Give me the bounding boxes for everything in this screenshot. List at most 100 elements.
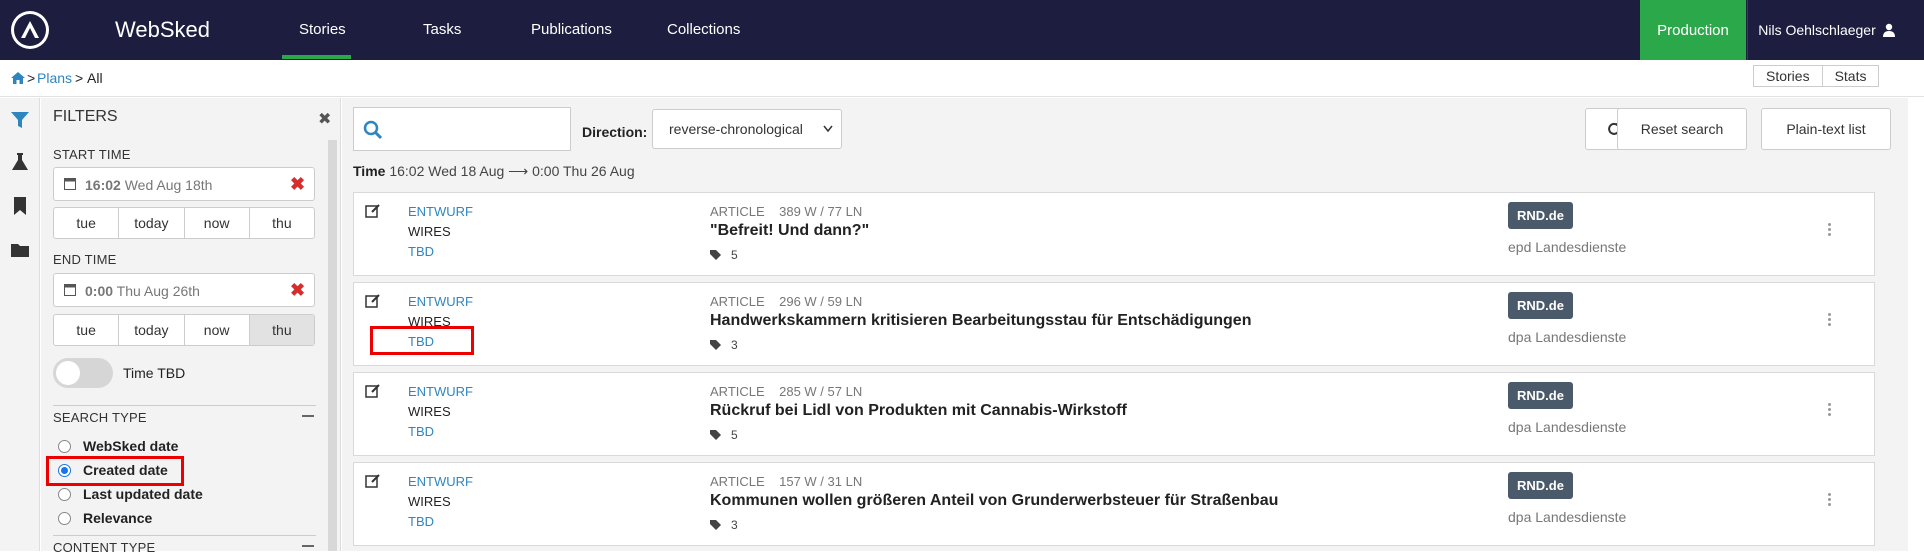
tags-icon <box>710 519 721 530</box>
folder-icon[interactable] <box>10 240 30 260</box>
direction-value: reverse-chronological <box>669 121 803 137</box>
radio-button[interactable] <box>58 511 71 525</box>
story-row[interactable]: ENTWURF WIRES TBD ARTICLE 389 W / 77 LN … <box>353 192 1875 276</box>
plain-text-list-button[interactable]: Plain-text list <box>1761 108 1891 150</box>
story-row[interactable]: ENTWURF WIRES TBD ARTICLE 157 W / 31 LN … <box>353 462 1875 546</box>
story-status[interactable]: ENTWURF <box>408 384 473 399</box>
end-time-input[interactable]: 0:00 Thu Aug 26th ✖ <box>53 273 315 307</box>
nav-tasks[interactable]: Tasks <box>423 21 461 38</box>
user-name: Nils Oehlschlaeger <box>1758 22 1876 38</box>
story-type-label: ARTICLE <box>710 474 765 489</box>
radio-label: WebSked date <box>83 438 179 454</box>
tags-icon <box>710 249 721 260</box>
app-title[interactable]: WebSked <box>115 17 210 43</box>
story-desk: WIRES <box>408 494 451 509</box>
more-menu-icon[interactable] <box>1828 223 1832 238</box>
story-type-label: ARTICLE <box>710 384 765 399</box>
section-divider <box>53 405 316 406</box>
radio-button[interactable] <box>58 439 71 453</box>
start-today-button[interactable]: today <box>119 208 185 238</box>
more-menu-icon[interactable] <box>1828 493 1832 508</box>
production-button[interactable]: Production <box>1640 0 1746 60</box>
stats-view-button[interactable]: Stats <box>1822 65 1880 87</box>
clear-end-time-icon[interactable]: ✖ <box>290 280 305 301</box>
time-tbd-toggle[interactable] <box>53 358 113 388</box>
stories-view-button[interactable]: Stories <box>1753 65 1823 87</box>
radio-relevance[interactable]: Relevance <box>58 510 152 526</box>
search-input[interactable] <box>353 107 571 151</box>
start-tue-button[interactable]: tue <box>54 208 120 238</box>
collapse-search-type-icon[interactable] <box>302 415 314 417</box>
breadcrumb-plans[interactable]: Plans <box>37 70 72 86</box>
story-headline[interactable]: Handwerkskammern kritisieren Bearbeitung… <box>710 312 1251 330</box>
start-time-shortcuts: tue today now thu <box>53 207 315 239</box>
tag-count: 5 <box>731 248 738 262</box>
filters-title: FILTERS <box>53 108 118 125</box>
collapse-content-type-icon[interactable] <box>302 545 314 547</box>
story-word-count: 157 W / 31 LN <box>779 474 863 489</box>
end-now-button[interactable]: now <box>185 315 250 345</box>
story-row[interactable]: ENTWURF WIRES TBD ARTICLE 285 W / 57 LN … <box>353 372 1875 456</box>
content-type-label: CONTENT TYPE <box>53 540 156 555</box>
story-source: dpa Landesdienste <box>1508 509 1627 525</box>
story-status[interactable]: ENTWURF <box>408 294 473 309</box>
filters-scrollbar[interactable] <box>328 140 337 551</box>
search-icon <box>363 120 383 140</box>
nav-collections[interactable]: Collections <box>667 21 740 38</box>
edit-icon[interactable] <box>365 293 381 309</box>
nav-publications[interactable]: Publications <box>531 21 612 38</box>
main-scrollbar[interactable] <box>1890 192 1902 551</box>
story-word-count: 389 W / 77 LN <box>779 204 863 219</box>
more-menu-icon[interactable] <box>1828 403 1832 418</box>
edit-icon[interactable] <box>365 203 381 219</box>
site-badge: RND.de <box>1508 202 1573 229</box>
section-divider <box>53 535 316 536</box>
flask-icon[interactable] <box>10 152 30 172</box>
close-filters-icon[interactable]: ✖ <box>318 109 331 129</box>
start-time-input[interactable]: 16:02 Wed Aug 18th ✖ <box>53 167 315 201</box>
story-tbd[interactable]: TBD <box>408 514 434 529</box>
story-status[interactable]: ENTWURF <box>408 204 473 219</box>
end-thu-button[interactable]: thu <box>249 315 314 345</box>
app-logo[interactable] <box>11 11 49 49</box>
direction-select[interactable]: reverse-chronological <box>652 109 842 149</box>
user-menu[interactable]: Nils Oehlschlaeger <box>1747 0 1906 60</box>
more-menu-icon[interactable] <box>1828 313 1832 328</box>
site-badge: RND.de <box>1508 292 1573 319</box>
story-tags: 5 <box>710 248 738 262</box>
story-headline[interactable]: Kommunen wollen größeren Anteil von Grun… <box>710 492 1278 510</box>
end-today-button[interactable]: today <box>119 315 185 345</box>
start-now-button[interactable]: now <box>185 208 250 238</box>
story-tbd[interactable]: TBD <box>408 424 434 439</box>
nav-stories[interactable]: Stories <box>299 21 346 38</box>
edit-icon[interactable] <box>365 473 381 489</box>
tag-count: 3 <box>731 518 738 532</box>
start-time-label: START TIME <box>53 147 131 162</box>
story-row[interactable]: ENTWURF WIRES TBD ARTICLE 296 W / 59 LN … <box>353 282 1875 366</box>
radio-websked-date[interactable]: WebSked date <box>58 438 178 454</box>
reset-search-button[interactable]: Reset search <box>1617 108 1747 150</box>
end-date-value: Thu Aug 26th <box>116 283 200 299</box>
story-status[interactable]: ENTWURF <box>408 474 473 489</box>
story-tbd[interactable]: TBD <box>408 244 434 259</box>
toggle-knob <box>56 361 80 385</box>
end-tue-button[interactable]: tue <box>54 315 120 345</box>
story-headline[interactable]: "Befreit! Und dann?" <box>710 222 869 240</box>
filter-icon[interactable] <box>10 110 30 130</box>
story-word-count: 296 W / 59 LN <box>779 294 863 309</box>
highlight-box <box>46 456 184 486</box>
site-badge: RND.de <box>1508 382 1573 409</box>
radio-button[interactable] <box>58 487 71 501</box>
story-headline[interactable]: Rückruf bei Lidl von Produkten mit Canna… <box>710 402 1127 420</box>
home-icon[interactable] <box>11 72 25 84</box>
radio-last-updated-date[interactable]: Last updated date <box>58 486 203 502</box>
clear-start-time-icon[interactable]: ✖ <box>290 174 305 195</box>
story-word-count: 285 W / 57 LN <box>779 384 863 399</box>
story-tags: 5 <box>710 428 738 442</box>
bookmark-icon[interactable] <box>10 196 30 216</box>
edit-icon[interactable] <box>365 383 381 399</box>
highlight-box <box>370 326 474 355</box>
direction-label: Direction: <box>582 124 648 140</box>
start-thu-button[interactable]: thu <box>250 208 314 238</box>
site-badge: RND.de <box>1508 472 1573 499</box>
